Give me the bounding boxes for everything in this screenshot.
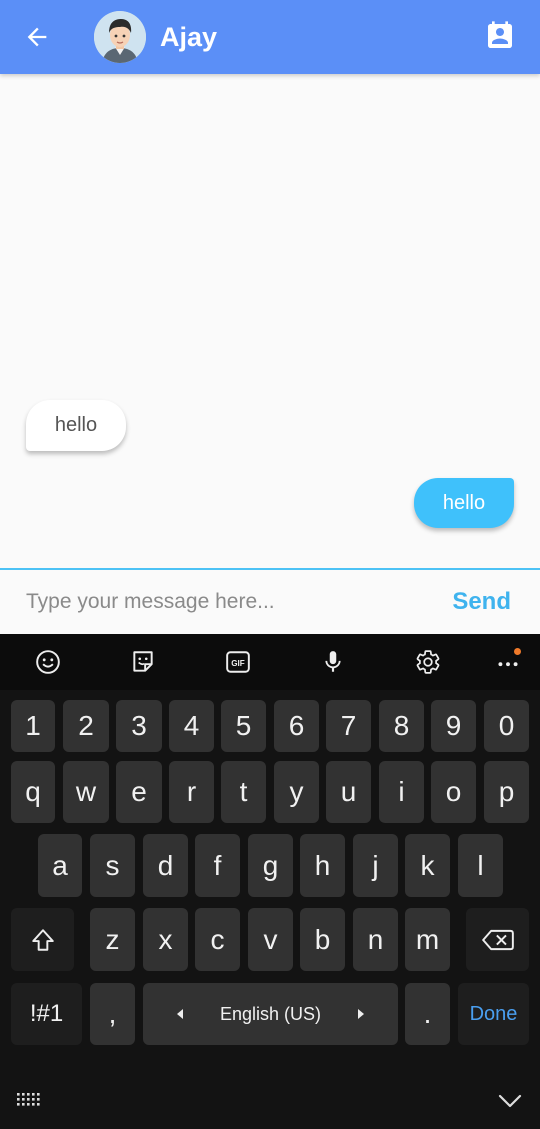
backspace-key[interactable]: [466, 908, 529, 971]
key-0[interactable]: 0: [484, 700, 529, 752]
key-6[interactable]: 6: [274, 700, 319, 752]
settings-icon: [416, 650, 440, 674]
avatar[interactable]: [94, 11, 146, 63]
voice-input-button[interactable]: [319, 648, 347, 676]
incoming-message[interactable]: hello: [26, 400, 126, 451]
key-8[interactable]: 8: [379, 700, 424, 752]
backspace-icon: [481, 929, 514, 950]
app-bar: Ajay: [0, 0, 540, 74]
key-e[interactable]: e: [116, 761, 162, 823]
key-c[interactable]: c: [195, 908, 240, 971]
key-9[interactable]: 9: [431, 700, 476, 752]
contact-card-icon: [488, 21, 512, 48]
shift-icon: [31, 928, 54, 951]
keyboard-toolbar: GIF: [0, 634, 540, 690]
key-3[interactable]: 3: [116, 700, 162, 752]
compose-bar: Send: [0, 568, 540, 634]
message-list[interactable]: hello hello: [0, 74, 540, 568]
key-i[interactable]: i: [379, 761, 424, 823]
shift-key[interactable]: [11, 908, 74, 971]
switch-keyboard-button[interactable]: [15, 1090, 45, 1115]
key-g[interactable]: g: [248, 834, 293, 897]
comma-key[interactable]: ,: [90, 983, 135, 1045]
key-x[interactable]: x: [143, 908, 188, 971]
key-n[interactable]: n: [353, 908, 398, 971]
key-y[interactable]: y: [274, 761, 319, 823]
key-j[interactable]: j: [353, 834, 398, 897]
hide-keyboard-button[interactable]: [496, 1088, 524, 1117]
gif-icon: GIF: [226, 651, 250, 673]
space-key[interactable]: English (US): [143, 983, 398, 1045]
key-l[interactable]: l: [458, 834, 503, 897]
keyboard-bottom-bar: [0, 1074, 540, 1129]
key-5[interactable]: 5: [221, 700, 266, 752]
key-d[interactable]: d: [143, 834, 188, 897]
key-q[interactable]: q: [11, 761, 55, 823]
key-a[interactable]: a: [38, 834, 82, 897]
done-key[interactable]: Done: [458, 983, 529, 1045]
gif-label: GIF: [231, 659, 245, 668]
back-button[interactable]: [0, 0, 74, 74]
arrow-left-icon: [27, 27, 47, 47]
key-2[interactable]: 2: [63, 700, 109, 752]
contact-card-button[interactable]: [484, 20, 516, 52]
cursor-left-icon: [177, 1009, 183, 1019]
emoji-button[interactable]: [34, 648, 62, 676]
emoji-icon: [36, 650, 60, 674]
keyboard-switch-icon: [17, 1093, 40, 1106]
key-b[interactable]: b: [300, 908, 345, 971]
key-o[interactable]: o: [431, 761, 476, 823]
sticker-icon: [133, 651, 153, 672]
avatar-image: [94, 11, 146, 63]
key-s[interactable]: s: [90, 834, 135, 897]
keyboard-settings-button[interactable]: [414, 648, 442, 676]
key-7[interactable]: 7: [326, 700, 371, 752]
sticker-button[interactable]: [129, 648, 157, 676]
key-z[interactable]: z: [90, 908, 135, 971]
contact-name: Ajay: [160, 21, 218, 52]
microphone-icon: [325, 651, 341, 672]
outgoing-message[interactable]: hello: [414, 478, 514, 528]
cursor-right-icon: [358, 1009, 364, 1019]
space-language-label: English (US): [219, 1003, 322, 1024]
symbols-key[interactable]: !#1: [11, 983, 82, 1045]
key-u[interactable]: u: [326, 761, 371, 823]
key-h[interactable]: h: [300, 834, 345, 897]
chevron-down-icon: [498, 1094, 522, 1108]
keyboard: GIF 1 2 3 4 5 6 7 8 9 0 q w e r t y u i …: [0, 634, 540, 1129]
notification-dot: [514, 648, 521, 655]
key-w[interactable]: w: [63, 761, 109, 823]
key-m[interactable]: m: [405, 908, 450, 971]
send-button[interactable]: Send: [452, 588, 511, 616]
key-p[interactable]: p: [484, 761, 529, 823]
key-r[interactable]: r: [169, 761, 214, 823]
key-f[interactable]: f: [195, 834, 240, 897]
more-button[interactable]: [494, 648, 522, 676]
key-v[interactable]: v: [248, 908, 293, 971]
key-t[interactable]: t: [221, 761, 266, 823]
gif-button[interactable]: GIF: [224, 648, 252, 676]
period-key[interactable]: .: [405, 983, 450, 1045]
key-k[interactable]: k: [405, 834, 450, 897]
message-input[interactable]: [26, 582, 453, 622]
key-4[interactable]: 4: [169, 700, 214, 752]
key-1[interactable]: 1: [11, 700, 55, 752]
